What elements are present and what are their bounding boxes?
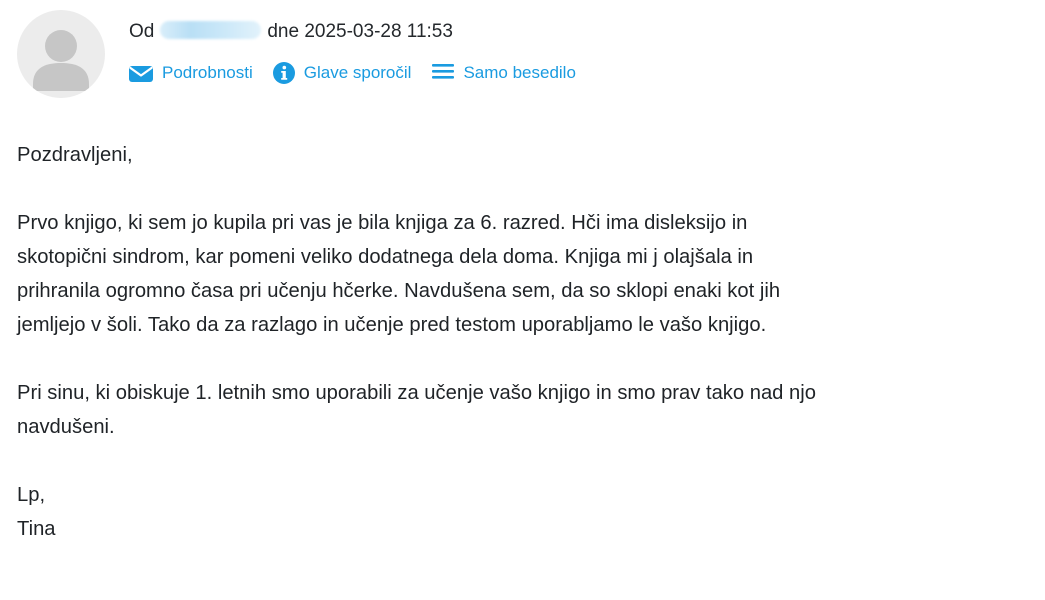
headers-link[interactable]: Glave sporočil bbox=[272, 61, 412, 85]
paragraph-line: Pri sinu, ki obiskuje 1. letnih smo upor… bbox=[17, 382, 816, 404]
details-label: Podrobnosti bbox=[162, 63, 253, 82]
sender-avatar bbox=[17, 10, 105, 98]
paragraph-line: prihranila ogromno časa pri učenju hčerk… bbox=[17, 280, 781, 302]
from-line: Od dne 2025-03-28 11:53 bbox=[129, 19, 453, 45]
message-actions: Podrobnosti Glave sporočil Samo besedilo bbox=[128, 60, 576, 86]
from-prefix: Od bbox=[129, 21, 155, 42]
lines-icon bbox=[431, 62, 455, 84]
paragraph-line: skotopični sindrom, kar pomeni veliko do… bbox=[17, 246, 754, 268]
envelope-icon bbox=[128, 64, 154, 83]
paragraph-line: Prvo knjigo, ki sem jo kupila pri vas je… bbox=[17, 212, 748, 234]
info-icon bbox=[272, 61, 296, 85]
greeting: Pozdravljeni, bbox=[17, 144, 133, 166]
plaintext-label: Samo besedilo bbox=[463, 63, 576, 82]
paragraph-line: jemljejo v šoli. Tako da za razlago in u… bbox=[17, 314, 767, 336]
message-body: Pozdravljeni, Prvo knjigo, ki sem jo kup… bbox=[17, 138, 1032, 546]
signoff: Lp, bbox=[17, 484, 46, 506]
paragraph-line: navdušeni. bbox=[17, 416, 115, 438]
plaintext-link[interactable]: Samo besedilo bbox=[431, 62, 576, 84]
details-link[interactable]: Podrobnosti bbox=[128, 62, 253, 84]
message-date: dne 2025-03-28 11:53 bbox=[267, 21, 453, 42]
user-avatar-icon bbox=[33, 30, 89, 91]
signature: Tina bbox=[17, 518, 56, 540]
message-header: Od dne 2025-03-28 11:53 Podrobnosti Glave… bbox=[0, 0, 1045, 110]
headers-label: Glave sporočil bbox=[303, 63, 412, 82]
sender-name-redacted[interactable] bbox=[160, 21, 262, 39]
